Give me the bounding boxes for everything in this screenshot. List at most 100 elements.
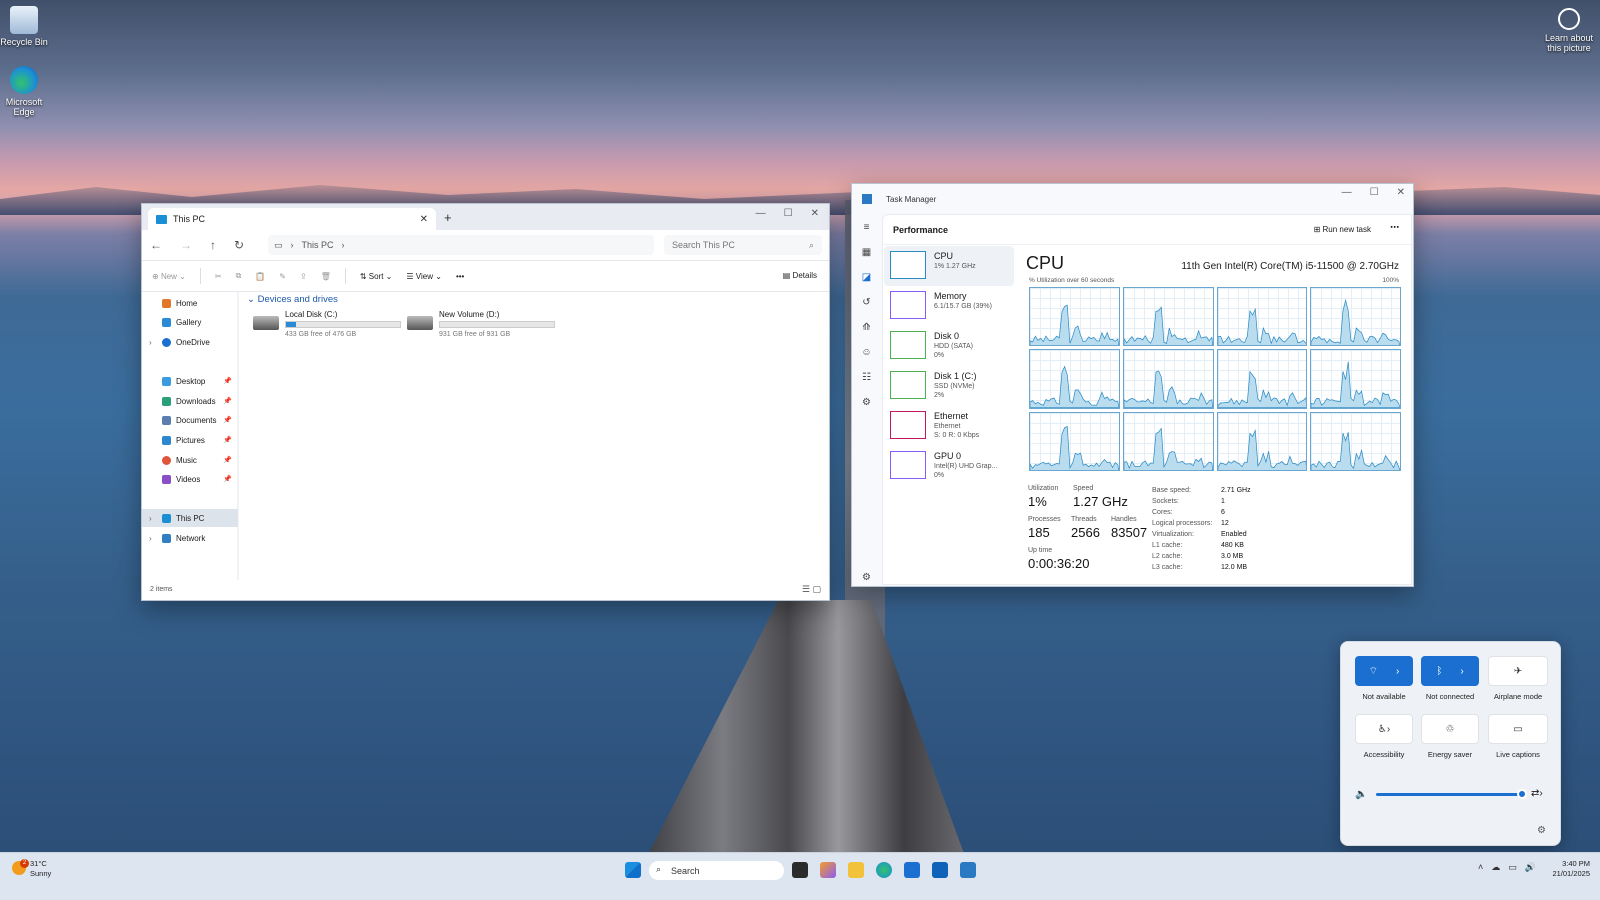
chevron-right-icon[interactable]: › (1396, 666, 1399, 677)
airplane-mode-toggle[interactable]: ✈ (1488, 656, 1548, 686)
resource-item[interactable]: GPU 0 Intel(R) UHD Grap... 0% (884, 446, 1014, 486)
volume-slider-thumb[interactable] (1517, 789, 1527, 799)
outlook-icon[interactable] (932, 862, 948, 878)
share-icon[interactable]: ⇪ (300, 272, 307, 281)
view-button[interactable]: ☰ View ⌄ (406, 272, 442, 281)
drive-item[interactable]: Local Disk (C:) 433 GB free of 476 GB (253, 310, 403, 342)
chevron-up-icon[interactable]: ˄ (1478, 862, 1483, 873)
hamburger-icon[interactable]: ≡ (864, 222, 870, 233)
speaker-icon[interactable]: 🔊 (1525, 862, 1536, 873)
settings-icon[interactable]: ⚙ (862, 572, 871, 583)
sidebar-item-network[interactable]: › Network (142, 529, 238, 547)
sidebar-item-desktop[interactable]: Desktop 📌 (142, 372, 238, 390)
new-button[interactable]: ⊕ New ⌄ (152, 272, 186, 281)
run-new-task-button[interactable]: ⊞ Run new task (1314, 225, 1371, 234)
resource-item[interactable]: Ethernet Ethernet S: 0 R: 0 Kbps (884, 406, 1014, 446)
sidebar-label: Home (176, 298, 198, 308)
new-tab-button[interactable]: + (444, 210, 452, 225)
file-explorer-taskbar-icon[interactable] (848, 862, 864, 878)
details-button[interactable]: ▤ Details (783, 271, 817, 280)
resource-thumbnail (890, 251, 926, 279)
refresh-button[interactable]: ↻ (234, 238, 244, 252)
tab-title: This PC (173, 214, 206, 224)
taskbar-search[interactable]: ⌕ Search (649, 861, 784, 880)
delete-icon[interactable]: 🗑 (321, 272, 331, 281)
address-bar[interactable]: ▭ › This PC › (268, 235, 654, 255)
chevron-right-icon[interactable]: › (149, 514, 152, 523)
group-header[interactable]: ⌄ Devices and drives (247, 294, 338, 305)
close-button[interactable]: ✕ (1397, 187, 1405, 198)
resource-item[interactable]: Disk 0 HDD (SATA) 0% (884, 326, 1014, 366)
live-captions-toggle[interactable]: ▭ (1488, 714, 1548, 744)
app-history-icon[interactable]: ↺ (862, 297, 870, 308)
learn-picture-shortcut[interactable]: Learn about this picture (1544, 8, 1594, 53)
sidebar-item-music[interactable]: Music 📌 (142, 451, 238, 469)
minimize-button[interactable]: — (1342, 187, 1352, 198)
more-options-button[interactable]: ⋯ (1390, 222, 1399, 233)
sidebar-item-documents[interactable]: Documents 📌 (142, 411, 238, 429)
maximize-button[interactable]: ☐ (1370, 187, 1379, 198)
copilot-icon[interactable] (820, 862, 836, 878)
search-input[interactable]: Search This PC ⌕ (664, 235, 822, 255)
resource-detail: HDD (SATA) (934, 343, 974, 350)
settings-gear-icon[interactable]: ⚙ (1537, 825, 1546, 836)
network-icon[interactable]: ▭ (1508, 862, 1517, 873)
accessibility-toggle[interactable]: ♿ › (1355, 714, 1413, 744)
energy-saver-toggle[interactable]: ♲ (1421, 714, 1479, 744)
up-button[interactable]: ↑ (210, 238, 216, 252)
volume-slider[interactable] (1376, 793, 1524, 796)
edge-shortcut[interactable]: Microsoft Edge (0, 66, 48, 117)
breadcrumb-this-pc[interactable]: This PC (302, 240, 334, 250)
paste-icon[interactable]: 📋 (255, 272, 265, 281)
start-button[interactable] (625, 862, 641, 878)
maximize-button[interactable]: ☐ (784, 208, 793, 219)
users-icon[interactable]: ☺ (861, 347, 871, 358)
task-manager-taskbar-icon[interactable] (960, 862, 976, 878)
resource-item[interactable]: CPU 1% 1.27 GHz (884, 246, 1014, 286)
processes-icon[interactable]: ▦ (862, 247, 871, 258)
forward-button[interactable]: → (180, 238, 192, 252)
close-button[interactable]: ✕ (811, 208, 819, 219)
close-tab-icon[interactable]: ✕ (420, 214, 428, 225)
resource-thumbnail (890, 451, 926, 479)
rename-icon[interactable]: ✎ (279, 272, 286, 281)
sidebar-item-videos[interactable]: Videos 📌 (142, 470, 238, 488)
drive-item[interactable]: New Volume (D:) 931 GB free of 931 GB (407, 310, 557, 342)
wallpaper-pier (640, 600, 970, 870)
sidebar-item-pictures[interactable]: Pictures 📌 (142, 431, 238, 449)
bluetooth-toggle[interactable]: ᛒ › (1421, 656, 1479, 686)
details-icon[interactable]: ☷ (862, 372, 871, 383)
chevron-right-icon[interactable]: › (149, 338, 152, 347)
sidebar-item-downloads[interactable]: Downloads 📌 (142, 392, 238, 410)
more-options-button[interactable]: ••• (456, 272, 464, 281)
back-button[interactable]: ← (150, 238, 162, 252)
chevron-right-icon[interactable]: › (149, 534, 152, 543)
resource-item[interactable]: Memory 6.1/15.7 GB (39%) (884, 286, 1014, 326)
audio-output-icon[interactable]: ⇄› (1531, 788, 1543, 799)
chevron-right-icon[interactable]: › (1460, 666, 1463, 677)
sidebar-item-home[interactable]: Home (142, 294, 238, 312)
explorer-tab[interactable]: This PC ✕ (148, 208, 436, 230)
startup-apps-icon[interactable]: ⟰ (862, 322, 870, 333)
weather-widget[interactable]: 2 31°C Sunny (12, 859, 51, 879)
store-icon[interactable] (904, 862, 920, 878)
edge-taskbar-icon[interactable] (876, 862, 892, 878)
onedrive-icon[interactable]: ☁ (1491, 862, 1500, 873)
task-view-icon[interactable] (792, 862, 808, 878)
home-icon (162, 298, 171, 308)
sidebar-item-this-pc[interactable]: › This PC (142, 509, 238, 527)
sidebar-item-gallery[interactable]: Gallery (142, 313, 238, 331)
volume-icon[interactable]: 🔈 (1355, 789, 1367, 800)
recycle-bin-shortcut[interactable]: Recycle Bin (0, 6, 48, 47)
services-icon[interactable]: ⚙ (862, 397, 871, 408)
view-toggle[interactable]: ☰ ▢ (802, 584, 821, 595)
performance-icon[interactable]: ◪ (862, 272, 871, 283)
resource-item[interactable]: Disk 1 (C:) SSD (NVMe) 2% (884, 366, 1014, 406)
copy-icon[interactable]: ⧉ (236, 271, 242, 281)
cut-icon[interactable]: ✂ (215, 272, 222, 281)
sidebar-item-onedrive[interactable]: › OneDrive (142, 333, 238, 351)
sort-button[interactable]: ⇅ Sort ⌄ (360, 272, 393, 281)
minimize-button[interactable]: — (756, 208, 766, 219)
wifi-toggle[interactable]: ⌔ › (1355, 656, 1413, 686)
clock[interactable]: 3:40 PM 21/01/2025 (1552, 859, 1590, 879)
